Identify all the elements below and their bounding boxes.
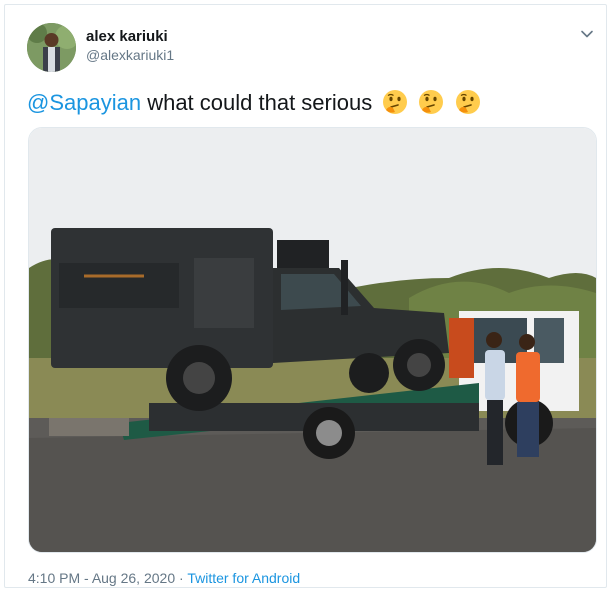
meta-separator: - [80,570,92,586]
chevron-down-icon[interactable] [580,27,594,41]
mention-link[interactable]: @Sapayian [27,90,141,115]
tweet-text: @Sapayian what could that serious [27,89,597,117]
tow-truck-photo [29,128,596,552]
avatar-photo [27,23,76,72]
thinking-face-icon [455,90,480,114]
timestamp-link[interactable]: 4:10 PM - Aug 26, 2020 [28,570,175,586]
avatar[interactable] [27,23,76,72]
source-link[interactable]: Twitter for Android [187,570,300,586]
tweet-body: what could that serious [141,90,373,115]
tweet-date: Aug 26, 2020 [91,570,176,586]
tweet-time: 4:10 PM [28,570,81,586]
thinking-face-icon [383,90,408,114]
source-separator: · [175,570,188,586]
thinking-face-icon [419,90,444,114]
user-handle[interactable]: @alexkariuki1 [86,47,174,63]
tweet-photo[interactable] [28,127,597,553]
tweet-meta: 4:10 PM - Aug 26, 2020 · Twitter for And… [28,570,300,586]
tweet-card: alex kariuki @alexkariuki1 @Sapayian wha… [4,4,607,588]
display-name[interactable]: alex kariuki [86,28,168,45]
